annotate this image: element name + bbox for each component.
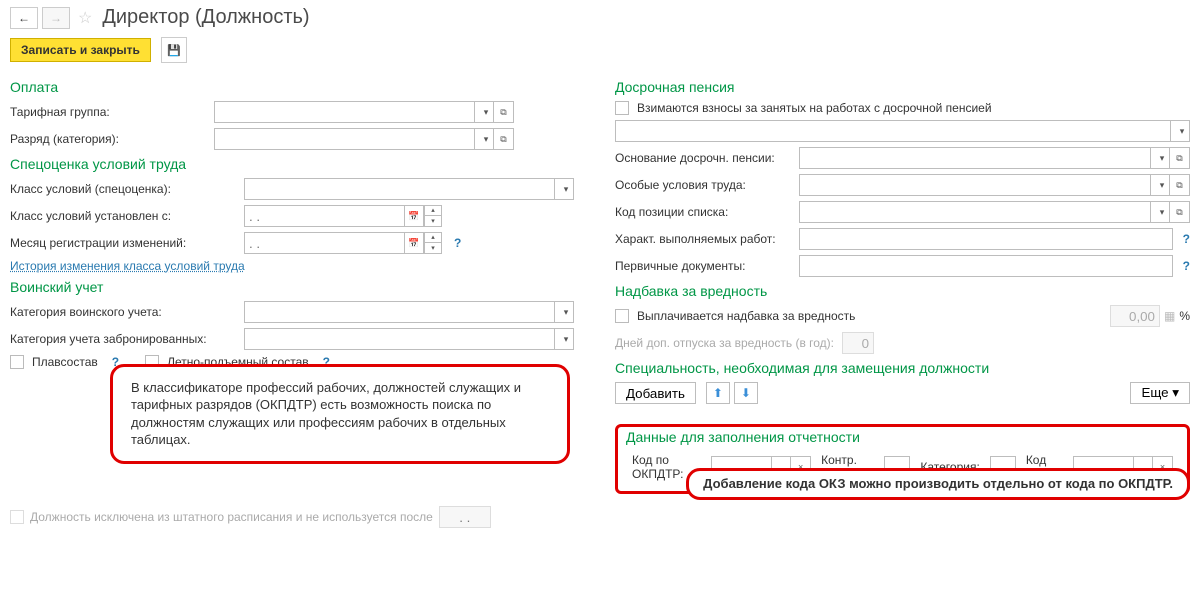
class-input[interactable] bbox=[244, 178, 554, 200]
rank-dropdown-icon[interactable] bbox=[474, 128, 494, 150]
hazard-days-label: Дней доп. отпуска за вредность (в год): bbox=[615, 336, 834, 350]
pension-basis-input[interactable] bbox=[799, 147, 1150, 169]
nav-back-button[interactable]: ← bbox=[10, 7, 38, 29]
pension-work-help-icon[interactable]: ? bbox=[1183, 232, 1190, 246]
mil-cat-label: Категория воинского учета: bbox=[10, 305, 240, 319]
save-and-close-button[interactable]: Записать и закрыть bbox=[10, 38, 151, 62]
month-calendar-icon[interactable]: 📅 bbox=[404, 232, 424, 254]
pension-cond-input[interactable] bbox=[799, 174, 1150, 196]
section-pension-header: Досрочная пенсия bbox=[615, 79, 1190, 95]
pension-basis-label: Основание досрочн. пенсии: bbox=[615, 151, 795, 165]
pension-combo-input[interactable] bbox=[615, 120, 1170, 142]
excluded-checkbox[interactable] bbox=[10, 510, 24, 524]
pension-chk-label: Взимаются взносы за занятых на работах с… bbox=[637, 101, 992, 115]
pension-combo-dropdown-icon[interactable] bbox=[1170, 120, 1190, 142]
calendar-icon[interactable]: 📅 bbox=[404, 205, 424, 227]
excluded-date-input bbox=[439, 506, 491, 528]
section-hazard-header: Надбавка за вредность bbox=[615, 283, 1190, 299]
nav-forward-button: → bbox=[42, 7, 70, 29]
mil-cat-dropdown-icon[interactable] bbox=[554, 301, 574, 323]
excluded-label: Должность исключена из штатного расписан… bbox=[30, 510, 433, 524]
booked-label: Категория учета забронированных: bbox=[10, 332, 240, 346]
calc-icon: ▦ bbox=[1164, 309, 1175, 323]
pension-code-input[interactable] bbox=[799, 201, 1150, 223]
month-help-icon[interactable]: ? bbox=[454, 236, 461, 250]
okpdtr-label: Код по ОКПДТР: bbox=[632, 453, 683, 481]
callout-okpdtr: В классификаторе профессий рабочих, долж… bbox=[110, 364, 570, 464]
month-spin-down-icon[interactable]: ▾ bbox=[424, 243, 442, 254]
hazard-pct-input bbox=[1110, 305, 1160, 327]
pension-code-dropdown-icon[interactable] bbox=[1150, 201, 1170, 223]
month-label: Месяц регистрации изменений: bbox=[10, 236, 240, 250]
rank-input[interactable] bbox=[214, 128, 474, 150]
section-spec-header: Спецоценка условий труда bbox=[10, 156, 585, 172]
more-button[interactable]: Еще ▾ bbox=[1130, 382, 1190, 404]
float-label: Плавсостав bbox=[32, 355, 98, 369]
date-spin-down-icon[interactable]: ▾ bbox=[424, 216, 442, 227]
rank-open-icon[interactable]: ⧉ bbox=[494, 128, 514, 150]
move-up-icon[interactable]: ⬆ bbox=[706, 382, 730, 404]
pension-cond-dropdown-icon[interactable] bbox=[1150, 174, 1170, 196]
pension-work-label: Характ. выполняемых работ: bbox=[615, 232, 795, 246]
save-button[interactable]: 💾 bbox=[161, 37, 187, 63]
pension-docs-help-icon[interactable]: ? bbox=[1183, 259, 1190, 273]
class-date-label: Класс условий установлен с: bbox=[10, 209, 240, 223]
pension-basis-dropdown-icon[interactable] bbox=[1150, 147, 1170, 169]
favorite-star-icon[interactable]: ☆ bbox=[78, 8, 92, 28]
booked-input[interactable] bbox=[244, 328, 554, 350]
pension-cond-label: Особые условия труда: bbox=[615, 178, 795, 192]
mil-cat-input[interactable] bbox=[244, 301, 554, 323]
date-spin-up-icon[interactable]: ▴ bbox=[424, 205, 442, 216]
move-down-icon[interactable]: ⬇ bbox=[734, 382, 758, 404]
tariff-group-label: Тарифная группа: bbox=[10, 105, 210, 119]
hazard-chk-label: Выплачивается надбавка за вредность bbox=[637, 309, 855, 323]
tariff-group-input[interactable] bbox=[214, 101, 474, 123]
chevron-down-icon: ▾ bbox=[1172, 385, 1179, 400]
pension-cond-open-icon[interactable]: ⧉ bbox=[1170, 174, 1190, 196]
class-dropdown-icon[interactable] bbox=[554, 178, 574, 200]
pension-code-label: Код позиции списка: bbox=[615, 205, 795, 219]
class-label: Класс условий (спецоценка): bbox=[10, 182, 240, 196]
pct-sign: % bbox=[1179, 309, 1190, 323]
tariff-group-dropdown-icon[interactable] bbox=[474, 101, 494, 123]
pension-checkbox[interactable] bbox=[615, 101, 629, 115]
more-label: Еще bbox=[1141, 385, 1168, 400]
rank-label: Разряд (категория): bbox=[10, 132, 210, 146]
page-title: Директор (Должность) bbox=[102, 6, 309, 29]
pension-basis-open-icon[interactable]: ⧉ bbox=[1170, 147, 1190, 169]
section-pay-header: Оплата bbox=[10, 79, 585, 95]
section-specialty-header: Специальность, необходимая для замещения… bbox=[615, 360, 1190, 376]
callout-okz: Добавление кода ОКЗ можно производить от… bbox=[686, 468, 1190, 500]
float-checkbox[interactable] bbox=[10, 355, 24, 369]
pension-docs-label: Первичные документы: bbox=[615, 259, 795, 273]
add-button[interactable]: Добавить bbox=[615, 382, 696, 404]
month-input[interactable] bbox=[244, 232, 404, 254]
month-spin-up-icon[interactable]: ▴ bbox=[424, 232, 442, 243]
class-date-input[interactable] bbox=[244, 205, 404, 227]
hazard-days-input bbox=[842, 332, 874, 354]
section-military-header: Воинский учет bbox=[10, 279, 585, 295]
class-history-link[interactable]: История изменения класса условий труда bbox=[10, 259, 245, 273]
hazard-checkbox[interactable] bbox=[615, 309, 629, 323]
section-report-header: Данные для заполнения отчетности bbox=[626, 429, 1179, 445]
pension-work-input[interactable] bbox=[799, 228, 1173, 250]
pension-code-open-icon[interactable]: ⧉ bbox=[1170, 201, 1190, 223]
booked-dropdown-icon[interactable] bbox=[554, 328, 574, 350]
tariff-group-open-icon[interactable]: ⧉ bbox=[494, 101, 514, 123]
floppy-icon: 💾 bbox=[167, 44, 181, 57]
pension-docs-input[interactable] bbox=[799, 255, 1173, 277]
